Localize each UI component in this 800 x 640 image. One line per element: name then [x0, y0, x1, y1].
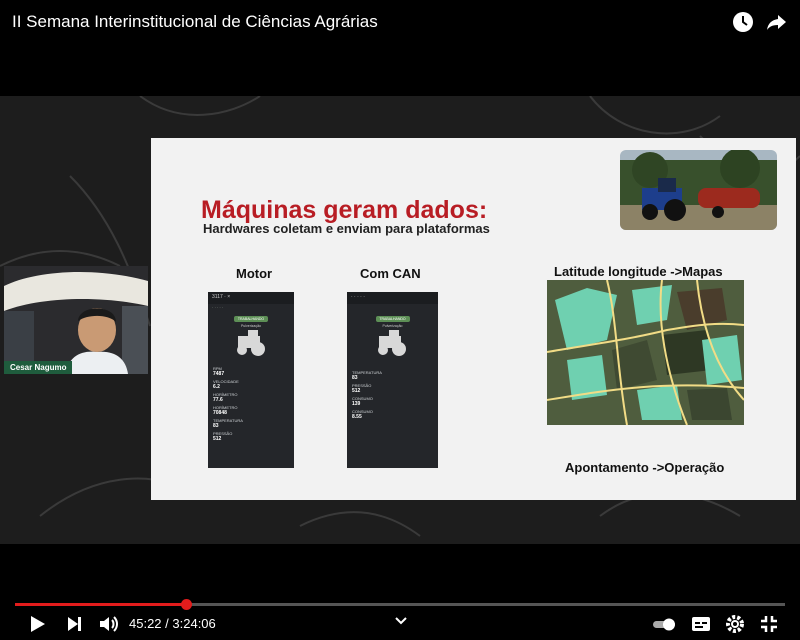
speaker-video-image	[4, 266, 148, 374]
time-separator: /	[161, 616, 173, 631]
motor-app-screenshot: 3117 · × · · · · · TRABALHANDO Pulveriza…	[208, 292, 294, 468]
slide-subtitle: Hardwares coletam e enviam para platafor…	[203, 221, 490, 236]
watch-later-icon[interactable]	[731, 10, 755, 34]
tractor-icon	[237, 330, 265, 356]
autoplay-toggle-icon[interactable]	[651, 613, 677, 635]
webcam-inset: Cesar Nagumo	[4, 266, 148, 374]
duration: 3:24:06	[172, 616, 216, 631]
exit-fullscreen-icon[interactable]	[758, 613, 780, 635]
field-map	[547, 280, 744, 425]
current-time: 45:22	[129, 616, 162, 631]
progress-played	[15, 603, 186, 606]
volume-icon[interactable]	[97, 613, 119, 635]
speaker-name-tag: Cesar Nagumo	[4, 361, 73, 374]
tractor-photo	[620, 150, 777, 230]
can-app-screenshot: · · · · · TRABALHANDO Pulverização TEMPE…	[347, 292, 438, 468]
video-stage[interactable]: Cesar Nagumo Máquinas geram dados: Hardw…	[0, 96, 800, 544]
title-bar: II Semana Interinstitucional de Ciências…	[0, 0, 800, 46]
share-icon[interactable]	[764, 10, 788, 34]
map-label: Latitude longitude ->Mapas	[554, 264, 723, 279]
can-label: Com CAN	[360, 266, 421, 281]
chevron-down-icon[interactable]	[390, 610, 412, 632]
motor-label: Motor	[236, 266, 273, 281]
progress-bar[interactable]	[15, 599, 785, 610]
apontamento-label: Apontamento ->Operação	[565, 460, 725, 475]
settings-gear-icon[interactable]	[724, 613, 746, 635]
time-display: 45:22 / 3:24:06	[129, 616, 216, 631]
progress-scrubber-handle[interactable]	[180, 599, 192, 610]
tractor-icon	[378, 330, 406, 356]
play-icon[interactable]	[26, 613, 48, 635]
presentation-slide: Máquinas geram dados: Hardwares coletam …	[151, 138, 796, 500]
player-controls: 45:22 / 3:24:06	[0, 590, 800, 640]
video-title[interactable]: II Semana Interinstitucional de Ciências…	[12, 12, 378, 32]
subtitles-icon[interactable]	[690, 613, 712, 635]
next-icon[interactable]	[63, 613, 85, 635]
